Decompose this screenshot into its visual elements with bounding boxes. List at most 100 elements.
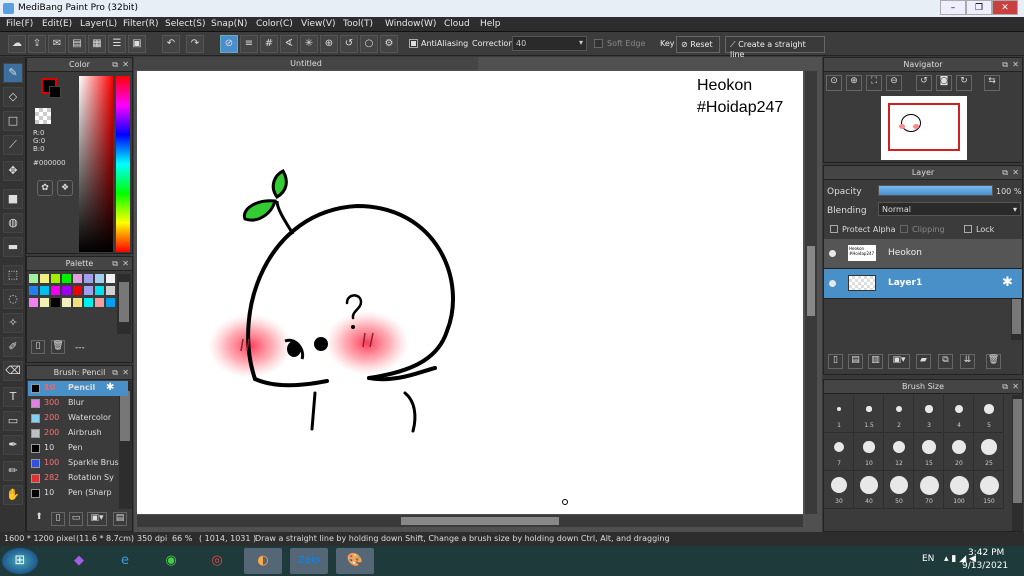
delete-brush-icon[interactable]: ▤ xyxy=(113,512,127,526)
brush-size-cell[interactable]: 30 xyxy=(824,471,854,509)
maximize-button[interactable]: ❐ xyxy=(966,0,992,15)
visibility-icon[interactable] xyxy=(829,280,836,287)
gear-icon[interactable]: ✱ xyxy=(106,382,114,393)
chat-icon[interactable]: ▤ xyxy=(68,35,86,53)
clipping-checkbox[interactable] xyxy=(900,225,908,233)
add-brush-icon[interactable]: ⬆ xyxy=(31,512,47,528)
saturation-value-picker[interactable] xyxy=(79,76,113,252)
transparent-color-swatch[interactable] xyxy=(35,108,51,124)
perspective-snap-icon[interactable]: ∢ xyxy=(280,35,298,53)
hue-slider[interactable] xyxy=(116,76,130,252)
palette-swatch[interactable] xyxy=(62,298,71,307)
palette-swatch[interactable] xyxy=(62,274,71,283)
clock-time[interactable]: 3:42 PM xyxy=(968,548,1004,558)
brush-item[interactable]: 100 Sparkle Brus xyxy=(28,456,128,471)
brush-item[interactable]: 282 Rotation Sy xyxy=(28,471,128,486)
brush-item[interactable]: 10 Pen (Sharp xyxy=(28,486,128,501)
redo-icon[interactable]: ↷ xyxy=(186,35,204,53)
merge-layer-icon[interactable]: ⇊ xyxy=(960,354,975,369)
new-1bit-layer-icon[interactable]: ▥ xyxy=(868,354,883,369)
brush-size-cell[interactable]: 100 xyxy=(944,471,974,509)
zalo-icon[interactable]: Zalo xyxy=(290,548,328,574)
brush-size-cell[interactable]: 2 xyxy=(884,395,914,433)
horizontal-scrollbar[interactable] xyxy=(137,515,803,527)
palette-swatch[interactable] xyxy=(84,298,93,307)
palette-swatch[interactable] xyxy=(95,286,104,295)
palette-swatch[interactable] xyxy=(62,286,71,295)
visibility-icon[interactable] xyxy=(829,250,836,257)
palette-swatch[interactable] xyxy=(51,274,60,283)
layer-row-heokon[interactable]: Heokon #Hoidap247 Heokon xyxy=(824,239,1022,269)
palette-swatch[interactable] xyxy=(29,298,38,307)
brush-size-cell[interactable]: 70 xyxy=(914,471,944,509)
palette-swatches[interactable] xyxy=(29,274,117,324)
soft-edge-checkbox[interactable] xyxy=(594,39,603,48)
straight-line-button[interactable]: ⟋ Create a straight line xyxy=(725,36,825,59)
correction-select[interactable]: 40 ▾ xyxy=(512,36,587,51)
brush-size-cell[interactable]: 10 xyxy=(854,433,884,471)
gradient-tool-icon[interactable]: ▬ xyxy=(3,237,23,257)
menu-edit[interactable]: Edit(E) xyxy=(42,19,72,29)
palette-swatch[interactable] xyxy=(51,286,60,295)
undo-icon[interactable]: ↶ xyxy=(162,35,180,53)
brush-item[interactable]: 200 Watercolor xyxy=(28,411,128,426)
menu-filter[interactable]: Filter(R) xyxy=(123,19,159,29)
select-eraser-tool-icon[interactable]: ⌫ xyxy=(3,361,23,381)
brush-size-cell[interactable]: 20 xyxy=(944,433,974,471)
new-palette-icon[interactable]: ▯ xyxy=(31,340,45,354)
brush-tool-icon[interactable]: ✎ xyxy=(3,63,23,83)
layer-row-layer1[interactable]: Layer1 ✱ xyxy=(824,269,1022,299)
internet-explorer-icon[interactable]: e xyxy=(106,548,144,574)
menu-file[interactable]: File(F) xyxy=(6,19,33,29)
brush-size-cell[interactable]: 150 xyxy=(974,471,1004,509)
palette-swatch[interactable] xyxy=(73,274,82,283)
vertical-scrollbar[interactable] xyxy=(805,71,817,514)
duplicate-layer-icon[interactable]: ⧉ xyxy=(938,354,953,369)
palette-swatch[interactable] xyxy=(40,298,49,307)
divide-tool-icon[interactable]: ▭ xyxy=(3,411,23,431)
brush-size-cell[interactable]: 5 xyxy=(974,395,1004,433)
reset-button[interactable]: ⊘ Reset xyxy=(676,36,720,53)
palette-swatch[interactable] xyxy=(29,286,38,295)
lock-checkbox[interactable] xyxy=(964,225,972,233)
zoom-fit-icon[interactable]: ⊙ xyxy=(826,75,842,91)
palette-swatch[interactable] xyxy=(29,274,38,283)
pen-tool-icon[interactable]: ✏ xyxy=(3,461,23,481)
gear-icon[interactable]: ✱ xyxy=(1002,275,1013,290)
menu-view[interactable]: View(V) xyxy=(301,19,336,29)
antialias-checkbox[interactable] xyxy=(409,39,418,48)
document-tab[interactable]: Untitled xyxy=(134,57,478,70)
dot-tool-icon[interactable]: ⟋ xyxy=(3,135,23,155)
new-layer-icon[interactable]: ▯ xyxy=(828,354,843,369)
page-icon[interactable]: ▣ xyxy=(128,35,146,53)
brush-item[interactable]: 10 Pencil ✱ xyxy=(28,381,128,396)
menu-layer[interactable]: Layer(L) xyxy=(80,19,117,29)
brush-size-cell[interactable]: 4 xyxy=(944,395,974,433)
paint-icon[interactable]: 🎨 xyxy=(336,548,374,574)
rotate-right-icon[interactable]: ↻ xyxy=(956,75,972,91)
snap-off-icon[interactable]: ⊘ xyxy=(220,35,238,53)
add-layer-menu-icon[interactable]: ▣▾ xyxy=(888,354,910,369)
drawing-canvas[interactable]: Heokon #Hoidap247 xyxy=(137,71,803,514)
brush-settings-icon[interactable]: ▣▾ xyxy=(87,512,107,526)
palette-scrollbar[interactable] xyxy=(117,274,131,334)
list-icon[interactable]: ☰ xyxy=(108,35,126,53)
radial-snap-icon[interactable]: ✳ xyxy=(300,35,318,53)
palette-swatch[interactable] xyxy=(106,298,115,307)
opacity-slider[interactable] xyxy=(878,185,993,196)
grid-snap-icon[interactable]: # xyxy=(260,35,278,53)
chrome-icon[interactable]: ◎ xyxy=(198,548,236,574)
cloud-icon[interactable]: ☁ xyxy=(8,35,26,53)
eraser-tool-icon[interactable]: ◇ xyxy=(3,87,23,107)
fill-rect-tool-icon[interactable]: ■ xyxy=(3,189,23,209)
delete-palette-icon[interactable]: 🗑 xyxy=(51,340,65,354)
brush-size-cell[interactable]: 1 xyxy=(824,395,854,433)
palette-swatch[interactable] xyxy=(40,274,49,283)
parallel-snap-icon[interactable]: ≡ xyxy=(240,35,258,53)
medibang-icon[interactable]: ◐ xyxy=(244,548,282,574)
palette-swatch[interactable] xyxy=(106,274,115,283)
palette-swatch[interactable] xyxy=(73,286,82,295)
palette-swatch[interactable] xyxy=(106,286,115,295)
hand-tool-icon[interactable]: ✋ xyxy=(3,485,23,505)
protect-alpha-checkbox[interactable] xyxy=(830,225,838,233)
